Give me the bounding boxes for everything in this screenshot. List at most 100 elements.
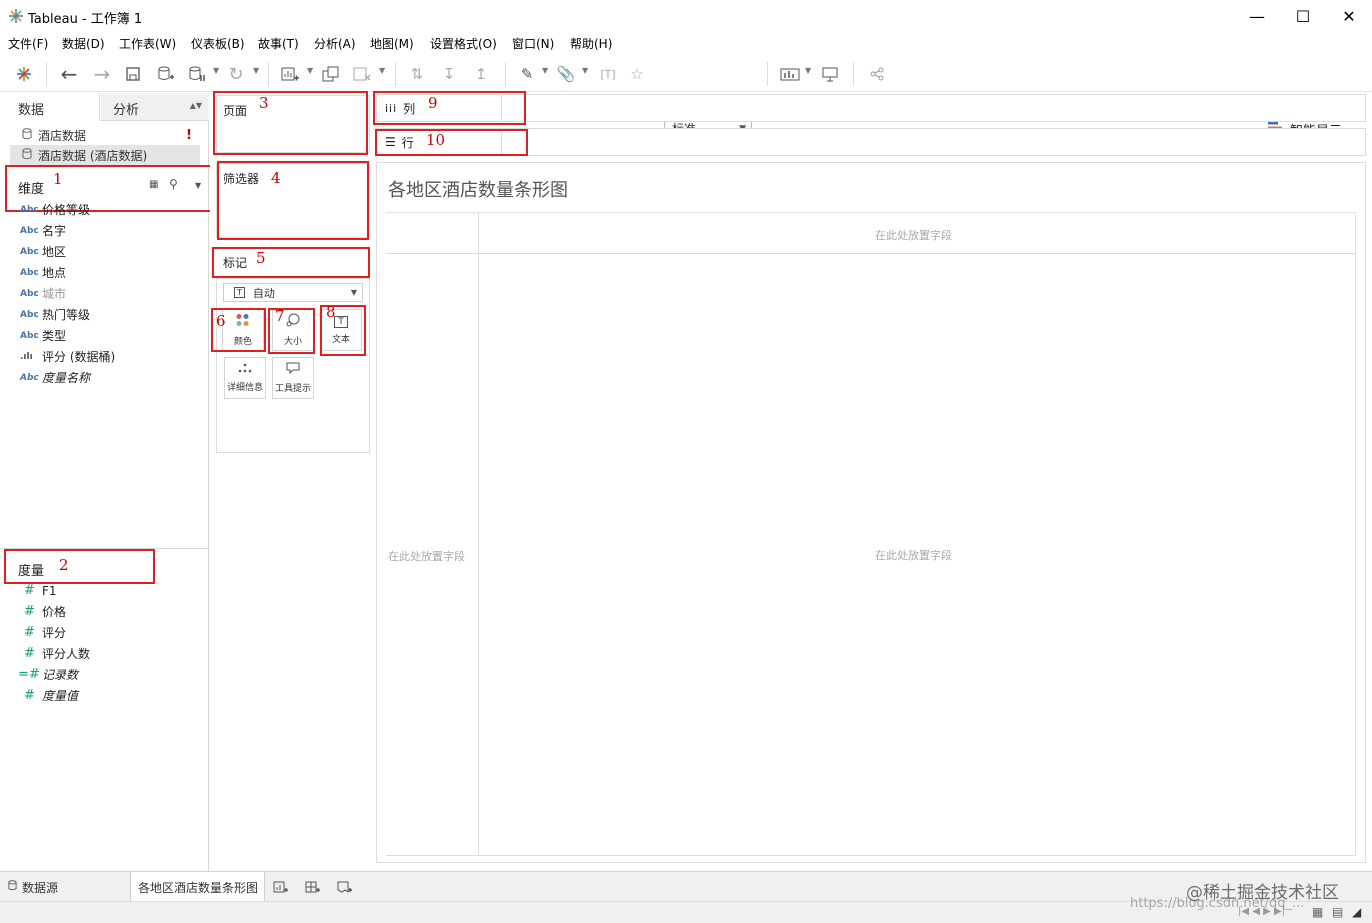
chevron-down-icon: ▼ [350, 288, 357, 297]
show-mark-labels-icon[interactable]: [T] [597, 64, 619, 84]
tableau-logo-icon [8, 8, 24, 24]
annotation-box-3 [213, 91, 368, 155]
new-worksheet-tab-icon[interactable] [273, 872, 289, 902]
sort-descending-icon[interactable]: ↥ [470, 64, 492, 84]
menu-data[interactable]: 数据(D) [62, 35, 105, 52]
view-canvas[interactable] [376, 162, 1366, 863]
sheet-title[interactable]: 各地区酒店数量条形图 [388, 176, 568, 202]
save-icon[interactable] [122, 64, 144, 84]
string-type-icon: Abc [20, 288, 39, 299]
new-story-tab-icon[interactable] [337, 872, 353, 902]
menu-story[interactable]: 故事(T) [258, 35, 299, 52]
measure-field[interactable]: # 评分人数 [0, 643, 209, 664]
presentation-mode-icon[interactable] [819, 64, 841, 84]
drop-field-rows-hint[interactable]: 在此处放置字段 [388, 548, 465, 564]
dimension-field[interactable]: Abc 名字 [0, 220, 209, 241]
menu-file[interactable]: 文件(F) [8, 35, 48, 52]
group-members-icon[interactable]: 📎 [555, 64, 577, 84]
field-name: 记录数 [42, 668, 79, 682]
tab-data[interactable]: 数据 [0, 93, 100, 121]
toolbar-separator [767, 62, 768, 86]
tab-analysis[interactable]: 分析 ▲▼ [101, 93, 209, 121]
measure-field[interactable]: # 价格 [0, 601, 209, 622]
dimension-field[interactable]: Abc 地区 [0, 241, 209, 262]
dimension-field[interactable]: Abc 价格等级 [0, 199, 209, 220]
chevron-down-icon[interactable]: ▼ [213, 66, 219, 75]
datasource-item[interactable]: 酒店数据 ! [10, 125, 200, 145]
new-datasource-icon[interactable] [155, 64, 177, 84]
measure-field[interactable]: =# 记录数 [0, 664, 209, 685]
sort-ascending-icon[interactable]: ↧ [438, 64, 460, 84]
measure-field[interactable]: # 评分 [0, 622, 209, 643]
chevron-down-icon[interactable]: ▼ [582, 66, 588, 75]
menu-worksheet[interactable]: 工作表(W) [119, 35, 176, 52]
highlight-icon[interactable]: ✎ [516, 64, 538, 84]
drop-field-center-hint[interactable]: 在此处放置字段 [875, 547, 952, 563]
tooltip-button-label: 工具提示 [274, 384, 311, 394]
chevron-down-icon[interactable]: ▼ [253, 66, 259, 75]
dimension-field[interactable]: Abc 城市 [0, 283, 209, 304]
drop-field-columns-hint[interactable]: 在此处放置字段 [875, 227, 952, 243]
database-icon [8, 880, 17, 894]
new-dashboard-tab-icon[interactable] [305, 872, 321, 902]
clear-sheet-icon[interactable] [351, 64, 373, 84]
measure-field[interactable]: # F1 [0, 580, 209, 601]
pause-datasource-icon[interactable] [186, 64, 208, 84]
maximize-button[interactable]: ☐ [1280, 0, 1326, 32]
duplicate-sheet-icon[interactable] [320, 64, 342, 84]
datasource-name: 酒店数据 (酒店数据) [38, 148, 148, 163]
dimension-field[interactable]: Abc 热门等级 [0, 304, 209, 325]
chevron-down-icon[interactable]: ▼ [379, 66, 385, 75]
field-name: 评分人数 [42, 647, 91, 661]
field-name: 城市 [42, 287, 67, 301]
menu-format[interactable]: 设置格式(O) [430, 35, 497, 52]
refresh-icon[interactable]: ↻ [225, 64, 247, 85]
menu-map[interactable]: 地图(M) [370, 35, 414, 52]
annotation-box-2 [4, 549, 155, 584]
chevron-down-icon[interactable]: ▼ [542, 66, 548, 75]
text-mark-icon: T [234, 287, 245, 298]
number-type-icon: # [24, 583, 35, 598]
new-worksheet-icon[interactable] [279, 64, 301, 84]
dimension-field[interactable]: Abc 地点 [0, 262, 209, 283]
show-cards-icon[interactable] [779, 64, 801, 84]
redo-icon[interactable]: → [91, 62, 113, 86]
annotation-label-6: 6 [216, 312, 226, 330]
measure-field[interactable]: # 度量值 [0, 685, 209, 706]
mark-type-select[interactable]: T 自动 ▼ [223, 283, 363, 302]
menu-window[interactable]: 窗口(N) [512, 35, 554, 52]
close-button[interactable]: ✕ [1326, 0, 1372, 32]
annotation-label-7: 7 [275, 307, 285, 325]
show-filmstrip-icon[interactable]: ▦ [1312, 905, 1323, 919]
detail-button[interactable]: 详细信息 [224, 357, 266, 399]
menu-dashboard[interactable]: 仪表板(B) [191, 35, 245, 52]
annotation-label-10: 10 [426, 131, 446, 149]
datasource-tab[interactable]: 数据源 [8, 872, 58, 902]
field-name: 名字 [42, 224, 67, 238]
swap-rows-columns-icon[interactable]: ⇅ [406, 64, 428, 84]
dimension-field[interactable]: .ılı 评分 (数据桶) [0, 346, 209, 367]
tableau-home-icon[interactable] [13, 64, 35, 84]
undo-icon[interactable]: ← [58, 62, 80, 86]
database-icon [22, 127, 32, 143]
field-name: 价格等级 [42, 203, 91, 217]
tab-toggle-icon: ▲▼ [189, 101, 202, 110]
string-type-icon: Abc [20, 246, 39, 257]
show-tabs-icon[interactable]: ▤ [1332, 905, 1343, 919]
show-sheet-sorter-icon[interactable]: ◢ [1352, 905, 1361, 919]
chevron-down-icon[interactable]: ▼ [805, 66, 811, 75]
warning-icon: ! [186, 127, 192, 143]
dimension-field[interactable]: Abc 度量名称 [0, 367, 209, 388]
tooltip-button[interactable]: 工具提示 [272, 357, 314, 399]
datasource-item-selected[interactable]: 酒店数据 (酒店数据) [10, 145, 200, 165]
minimize-button[interactable]: — [1234, 0, 1280, 32]
share-icon[interactable] [866, 64, 888, 84]
fix-axes-icon[interactable]: ☆ [626, 64, 648, 84]
tab-analysis-label: 分析 [113, 103, 140, 118]
field-name: 度量值 [42, 689, 79, 703]
sheet-tab-active[interactable]: 各地区酒店数量条形图 [130, 872, 265, 902]
menu-analysis[interactable]: 分析(A) [314, 35, 356, 52]
chevron-down-icon[interactable]: ▼ [307, 66, 313, 75]
menu-help[interactable]: 帮助(H) [570, 35, 612, 52]
dimension-field[interactable]: Abc 类型 [0, 325, 209, 346]
